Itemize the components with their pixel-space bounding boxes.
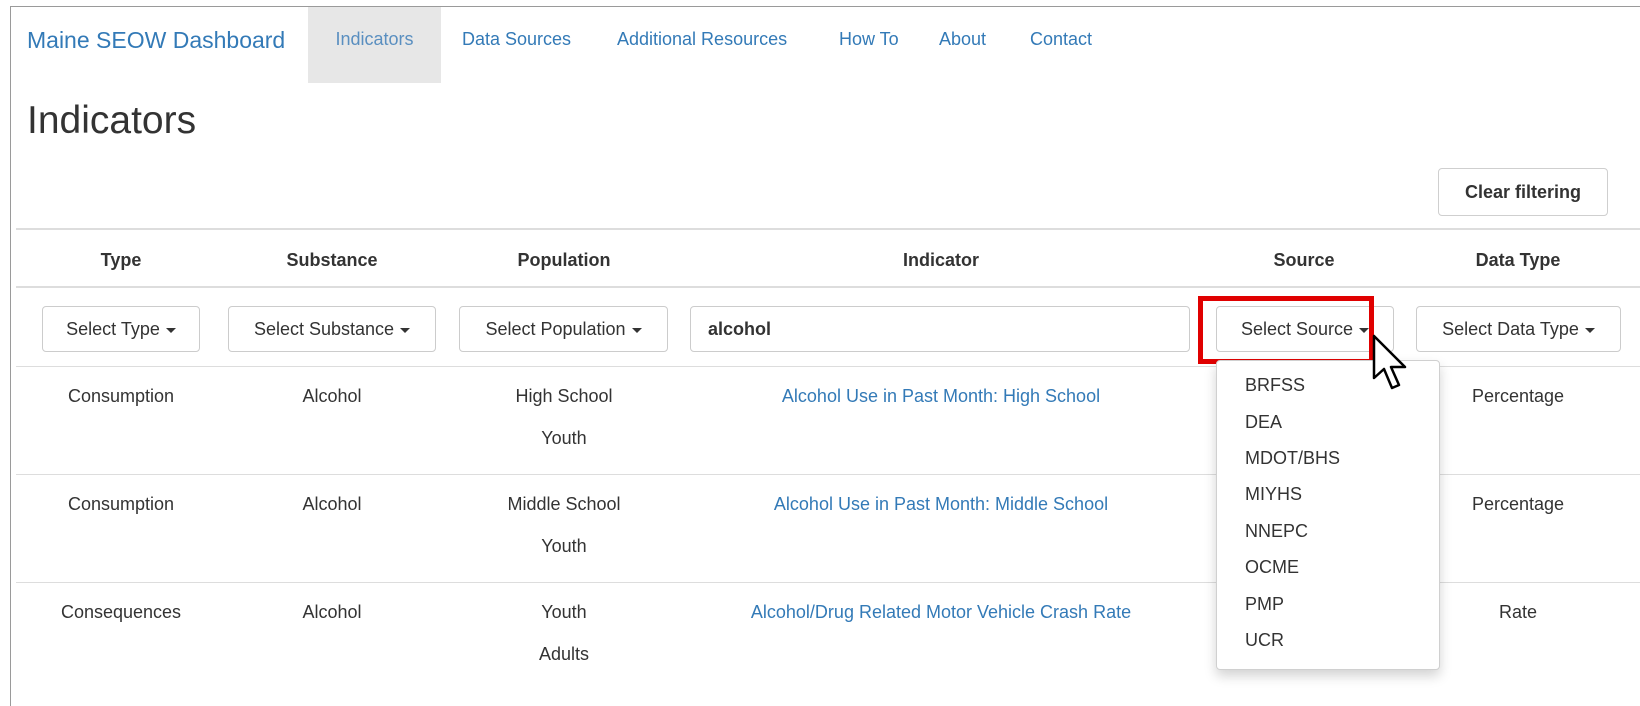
row-3-indicator-link[interactable]: Alcohol/Drug Related Motor Vehicle Crash… bbox=[751, 602, 1131, 623]
select-substance-dropdown[interactable]: Select Substance bbox=[228, 306, 436, 352]
header-type[interactable]: Type bbox=[101, 250, 142, 271]
table-header-border bbox=[16, 286, 1640, 288]
nav-contact[interactable]: Contact bbox=[1030, 7, 1092, 83]
row-2-data-type: Percentage bbox=[1471, 494, 1565, 514]
nav-about[interactable]: About bbox=[939, 7, 986, 83]
nav-data-sources[interactable]: Data Sources bbox=[462, 7, 571, 83]
select-population-label: Select Population bbox=[485, 319, 626, 339]
source-option-ocme[interactable]: OCME bbox=[1245, 557, 1299, 578]
source-option-mdot-bhs[interactable]: MDOT/BHS bbox=[1245, 448, 1340, 469]
select-type-dropdown[interactable]: Select Type bbox=[42, 306, 200, 352]
source-option-brfss[interactable]: BRFSS bbox=[1245, 375, 1305, 396]
row-1-data-type: Percentage bbox=[1471, 386, 1565, 406]
row-1-indicator-link[interactable]: Alcohol Use in Past Month: High School bbox=[782, 386, 1100, 407]
caret-down-icon bbox=[165, 327, 176, 333]
page-title: Indicators bbox=[27, 99, 197, 142]
row-3-substance: Alcohol bbox=[302, 602, 362, 622]
header-indicator[interactable]: Indicator bbox=[903, 250, 979, 271]
row-3-data-type: Rate bbox=[1498, 602, 1538, 622]
select-population-dropdown[interactable]: Select Population bbox=[459, 306, 668, 352]
source-option-nnepc[interactable]: NNEPC bbox=[1245, 521, 1308, 542]
indicator-search-input[interactable] bbox=[690, 306, 1190, 352]
brand-link[interactable]: Maine SEOW Dashboard bbox=[27, 27, 285, 54]
source-option-ucr[interactable]: UCR bbox=[1245, 630, 1284, 651]
row-1-population-2: Youth bbox=[541, 428, 587, 448]
row-3-type: Consequences bbox=[60, 602, 182, 622]
row-3-population-2: Adults bbox=[538, 644, 590, 664]
nav-how-to[interactable]: How To bbox=[839, 7, 899, 83]
row-1-substance: Alcohol bbox=[302, 386, 362, 406]
row-2-population-2: Youth bbox=[541, 536, 587, 556]
caret-down-icon bbox=[631, 327, 642, 333]
source-option-miyhs[interactable]: MIYHS bbox=[1245, 484, 1302, 505]
mouse-pointer-icon bbox=[1372, 334, 1407, 390]
select-data-type-label: Select Data Type bbox=[1442, 319, 1579, 339]
row-1-type: Consumption bbox=[67, 386, 175, 406]
source-highlight-box bbox=[1198, 296, 1374, 364]
nav-indicators[interactable]: Indicators bbox=[308, 7, 441, 83]
row-1-population-1: High School bbox=[515, 386, 613, 406]
source-dropdown-menu: BRFSS DEA MDOT/BHS MIYHS NNEPC OCME PMP … bbox=[1216, 360, 1440, 670]
select-data-type-dropdown[interactable]: Select Data Type bbox=[1416, 306, 1621, 352]
clear-filtering-button[interactable]: Clear filtering bbox=[1438, 168, 1608, 216]
select-type-label: Select Type bbox=[66, 319, 160, 339]
header-substance[interactable]: Substance bbox=[286, 250, 377, 271]
header-population[interactable]: Population bbox=[518, 250, 611, 271]
header-data-type[interactable]: Data Type bbox=[1476, 250, 1561, 271]
source-option-dea[interactable]: DEA bbox=[1245, 412, 1282, 433]
row-2-population-1: Middle School bbox=[507, 494, 621, 514]
select-substance-label: Select Substance bbox=[253, 319, 395, 339]
caret-down-icon bbox=[1584, 327, 1595, 333]
header-source[interactable]: Source bbox=[1273, 250, 1334, 271]
caret-down-icon bbox=[400, 327, 411, 333]
row-2-substance: Alcohol bbox=[302, 494, 362, 514]
row-2-type: Consumption bbox=[67, 494, 175, 514]
nav-additional-resources[interactable]: Additional Resources bbox=[617, 7, 787, 83]
row-2-indicator-link[interactable]: Alcohol Use in Past Month: Middle School bbox=[774, 494, 1108, 515]
navbar: Maine SEOW Dashboard Indicators Data Sou… bbox=[11, 7, 1640, 83]
row-3-population-1: Youth bbox=[541, 602, 587, 622]
source-option-pmp[interactable]: PMP bbox=[1245, 594, 1284, 615]
table-top-border bbox=[16, 228, 1640, 230]
